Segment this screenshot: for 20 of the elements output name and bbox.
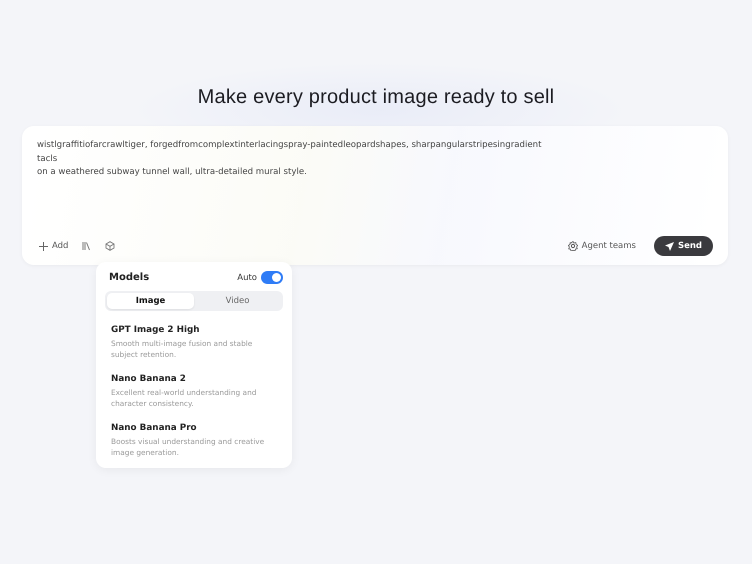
model-name[interactable]: Nano Banana Pro — [111, 423, 277, 433]
agent-teams-button[interactable]: Agent teams — [566, 238, 638, 254]
prompt-text-line: wistlgraffitiofarcrawltiger, forgedfromcomplextinterlacingspray-paintedleopardshapes, sharpangularstripesingradient — [37, 139, 542, 152]
prompt-text-line: on a weathered subway tunnel wall, ultra-detailed mural style. — [37, 166, 308, 179]
popup-title: Models — [109, 272, 150, 283]
model-name[interactable]: Nano Banana 2 — [111, 374, 277, 384]
model-tab[interactable]: Image — [107, 293, 194, 309]
books-icon — [82, 241, 92, 251]
gear-icon — [568, 241, 578, 251]
auto-label: Auto — [237, 272, 257, 282]
send-icon — [664, 242, 674, 250]
add-button[interactable]: Add — [37, 238, 70, 254]
auto-toggle[interactable] — [261, 271, 283, 284]
page-heading: Make every product image ready to sell — [196, 85, 556, 109]
plus-icon — [39, 242, 48, 250]
send-button[interactable]: Send — [654, 236, 713, 256]
cube-icon — [105, 241, 116, 251]
model-tab[interactable]: Video — [194, 293, 281, 309]
model-name[interactable]: GPT Image 2 High — [111, 325, 277, 335]
prompt-text-line: tacls — [37, 152, 58, 166]
